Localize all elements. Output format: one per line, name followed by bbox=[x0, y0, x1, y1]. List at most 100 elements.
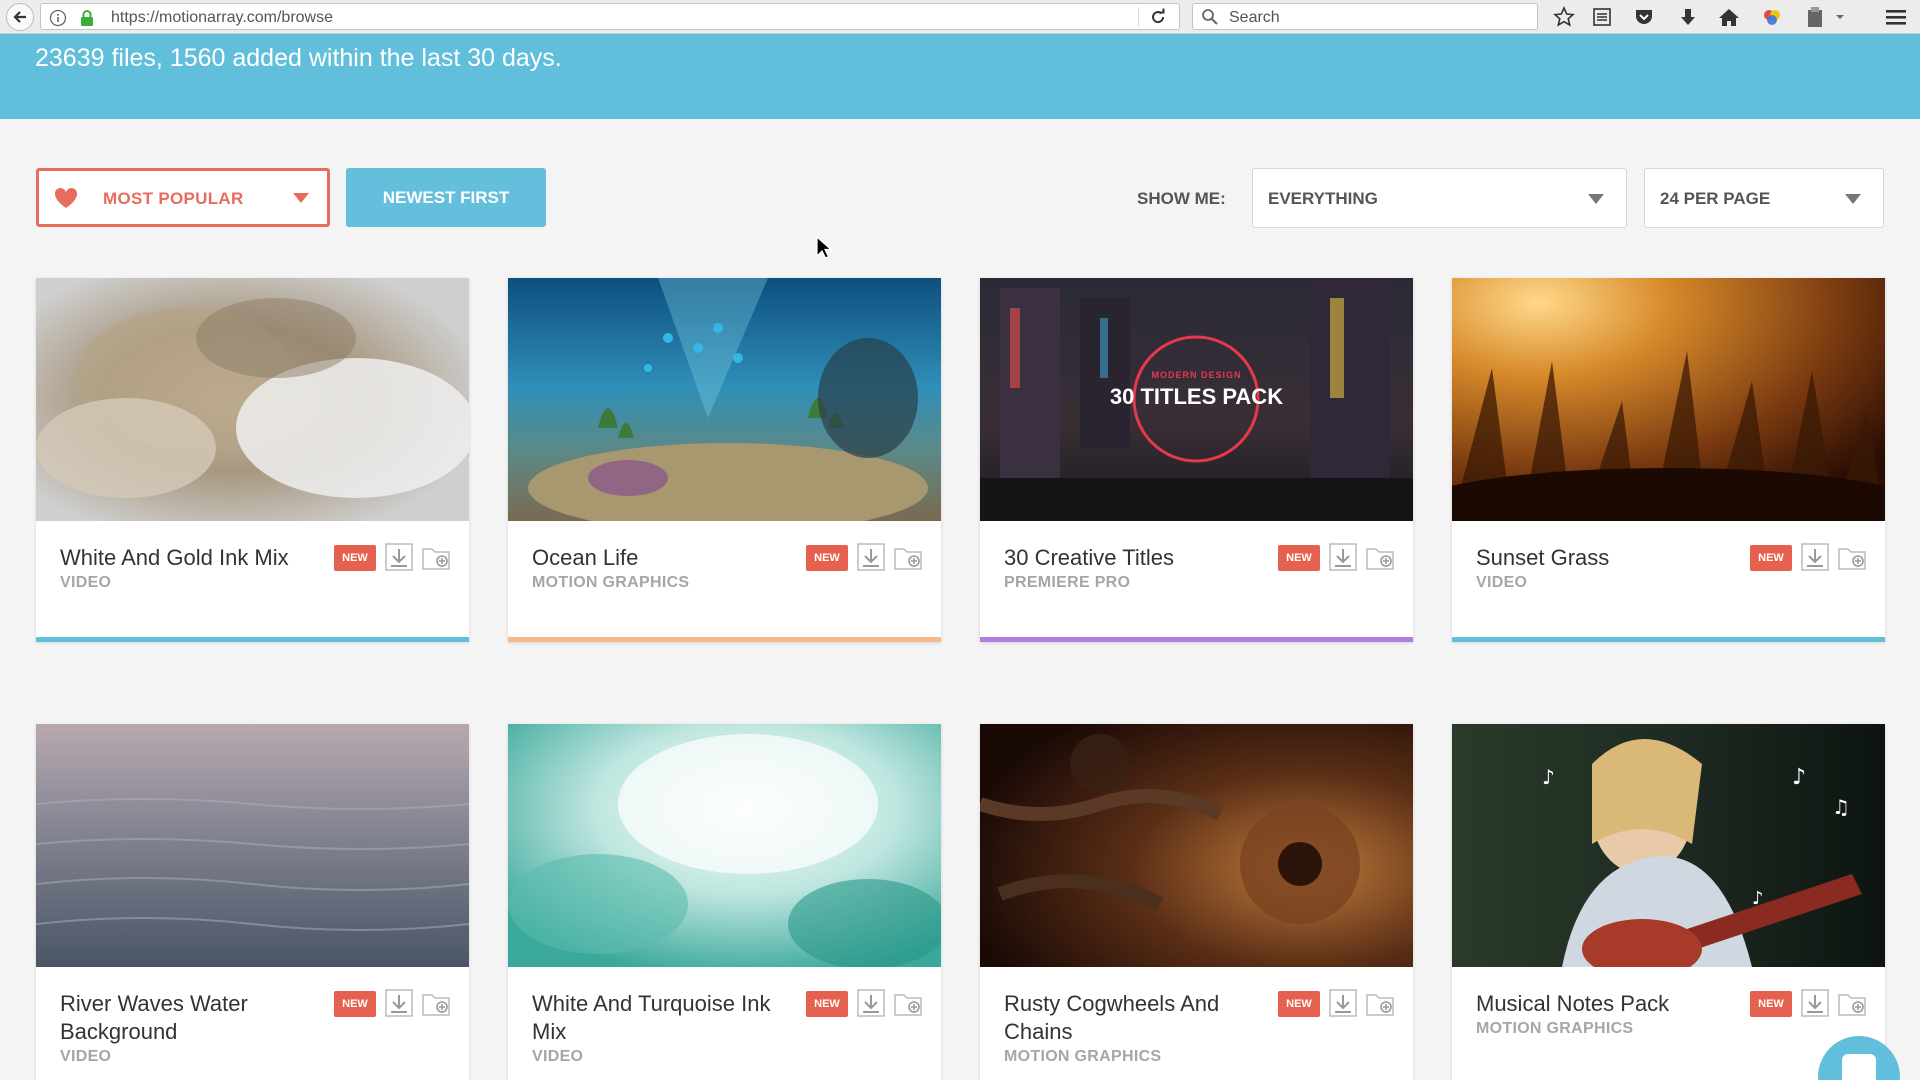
thumbnail-musical-notes[interactable]: ♪ ♫ ♪ ♪ bbox=[1452, 724, 1885, 967]
category-color-bar bbox=[980, 637, 1413, 642]
thumb-text: 30 TITLES PACK bbox=[1109, 384, 1284, 409]
card-category: VIDEO bbox=[60, 574, 112, 591]
download-icon[interactable] bbox=[856, 542, 886, 572]
chevron-down-icon bbox=[1588, 194, 1604, 204]
asset-card[interactable]: ♪ ♫ ♪ ♪ Musical Notes Pack MOTION GRAPHICS … bbox=[1452, 724, 1885, 1080]
search-icon bbox=[1202, 9, 1218, 25]
new-badge: NEW bbox=[334, 545, 376, 571]
card-title[interactable]: White And Turquoise Ink Mix bbox=[532, 990, 787, 1046]
content-type-value: EVERYTHING bbox=[1268, 189, 1378, 208]
info-icon[interactable] bbox=[49, 9, 67, 27]
asset-card[interactable]: Rusty Cogwheels And Chains MOTION GRAPHI… bbox=[980, 724, 1413, 1080]
thumb-subtext: MODERN DESIGN bbox=[1151, 370, 1242, 380]
thumbnail-river-waves[interactable] bbox=[36, 724, 469, 967]
add-to-folder-icon[interactable] bbox=[1365, 542, 1397, 572]
menu-hamburger-icon[interactable] bbox=[1884, 5, 1908, 29]
mouse-cursor-icon bbox=[816, 236, 832, 259]
thumbnail-turquoise-ink[interactable] bbox=[508, 724, 941, 967]
hero-banner: 23639 files, 1560 added within the last … bbox=[0, 34, 1920, 119]
svg-text:♫: ♫ bbox=[1832, 795, 1850, 819]
most-popular-label: MOST POPULAR bbox=[103, 189, 244, 208]
back-button[interactable] bbox=[6, 3, 34, 31]
thumbnail-ink-smoke[interactable] bbox=[36, 278, 469, 521]
reading-list-icon[interactable] bbox=[1590, 5, 1614, 29]
asset-card[interactable]: Sunset Grass VIDEO NEW bbox=[1452, 278, 1885, 642]
thumbnail-titles-pack[interactable]: MODERN DESIGN 30 TITLES PACK bbox=[980, 278, 1413, 521]
most-popular-button[interactable]: MOST POPULAR bbox=[36, 168, 330, 227]
svg-text:♪: ♪ bbox=[1792, 765, 1806, 790]
search-placeholder: Search bbox=[1229, 9, 1280, 26]
download-icon[interactable] bbox=[1328, 988, 1358, 1018]
card-title[interactable]: River Waves Water Background bbox=[60, 990, 315, 1046]
new-badge: NEW bbox=[1278, 991, 1320, 1017]
file-count-summary: 23639 files, 1560 added within the last … bbox=[35, 44, 562, 72]
bookmark-star-icon[interactable] bbox=[1552, 5, 1576, 29]
per-page-select[interactable]: 24 PER PAGE bbox=[1644, 168, 1884, 228]
clipboard-icon[interactable] bbox=[1803, 5, 1827, 29]
newest-first-button[interactable]: NEWEST FIRST bbox=[346, 168, 546, 227]
card-title[interactable]: Sunset Grass bbox=[1476, 544, 1731, 572]
new-badge: NEW bbox=[1750, 991, 1792, 1017]
download-icon[interactable] bbox=[1676, 5, 1700, 29]
browser-search-bar[interactable]: Search bbox=[1192, 3, 1538, 30]
card-category: MOTION GRAPHICS bbox=[1476, 1020, 1634, 1037]
card-category: VIDEO bbox=[1476, 574, 1528, 591]
thumbnail-sunset-grass[interactable] bbox=[1452, 278, 1885, 521]
card-title[interactable]: Musical Notes Pack bbox=[1476, 990, 1731, 1018]
extension-color-icon[interactable] bbox=[1760, 5, 1784, 29]
download-icon[interactable] bbox=[1800, 988, 1830, 1018]
new-badge: NEW bbox=[1750, 545, 1792, 571]
asset-card[interactable]: White And Turquoise Ink Mix VIDEO NEW bbox=[508, 724, 941, 1080]
add-to-folder-icon[interactable] bbox=[421, 542, 453, 572]
lock-icon bbox=[81, 10, 93, 26]
pocket-icon[interactable] bbox=[1632, 5, 1656, 29]
show-me-label: SHOW ME: bbox=[1137, 189, 1226, 208]
heart-icon bbox=[54, 187, 78, 208]
download-icon[interactable] bbox=[1800, 542, 1830, 572]
chevron-down-icon bbox=[293, 193, 309, 203]
asset-card[interactable]: Ocean Life MOTION GRAPHICS NEW bbox=[508, 278, 941, 642]
asset-card[interactable]: MODERN DESIGN 30 TITLES PACK 30 Creative… bbox=[980, 278, 1413, 642]
download-icon[interactable] bbox=[384, 542, 414, 572]
card-category: PREMIERE PRO bbox=[1004, 574, 1131, 591]
category-color-bar bbox=[1452, 637, 1885, 642]
card-title[interactable]: 30 Creative Titles bbox=[1004, 544, 1259, 572]
reload-icon[interactable] bbox=[1149, 8, 1167, 26]
add-to-folder-icon[interactable] bbox=[893, 542, 925, 572]
add-to-folder-icon[interactable] bbox=[893, 988, 925, 1018]
chevron-down-icon bbox=[1845, 194, 1861, 204]
url-divider bbox=[1138, 7, 1139, 27]
newest-first-label: NEWEST FIRST bbox=[382, 188, 510, 207]
add-to-folder-icon[interactable] bbox=[421, 988, 453, 1018]
card-title[interactable]: White And Gold Ink Mix bbox=[60, 544, 315, 572]
home-icon[interactable] bbox=[1717, 5, 1741, 29]
download-icon[interactable] bbox=[856, 988, 886, 1018]
svg-text:♪: ♪ bbox=[1542, 765, 1555, 789]
thumbnail-ocean[interactable] bbox=[508, 278, 941, 521]
download-icon[interactable] bbox=[1328, 542, 1358, 572]
add-to-folder-icon[interactable] bbox=[1837, 542, 1869, 572]
thumbnail-rusty-cogwheels[interactable] bbox=[980, 724, 1413, 967]
card-title[interactable]: Ocean Life bbox=[532, 544, 787, 572]
chat-icon bbox=[1842, 1054, 1876, 1080]
overflow-dropdown-icon[interactable] bbox=[1833, 5, 1847, 29]
card-category: VIDEO bbox=[60, 1048, 112, 1065]
card-category: VIDEO bbox=[532, 1048, 584, 1065]
add-to-folder-icon[interactable] bbox=[1365, 988, 1397, 1018]
content-type-select[interactable]: EVERYTHING bbox=[1252, 168, 1627, 228]
card-category: MOTION GRAPHICS bbox=[532, 574, 690, 591]
download-icon[interactable] bbox=[384, 988, 414, 1018]
new-badge: NEW bbox=[806, 545, 848, 571]
new-badge: NEW bbox=[334, 991, 376, 1017]
asset-card[interactable]: White And Gold Ink Mix VIDEO NEW bbox=[36, 278, 469, 642]
url-bar[interactable]: https://motionarray.com/browse bbox=[40, 3, 1180, 30]
url-text[interactable]: https://motionarray.com/browse bbox=[111, 9, 333, 27]
new-badge: NEW bbox=[806, 991, 848, 1017]
card-category: MOTION GRAPHICS bbox=[1004, 1048, 1162, 1065]
back-arrow-icon bbox=[13, 11, 26, 23]
asset-card[interactable]: River Waves Water Background VIDEO NEW bbox=[36, 724, 469, 1080]
per-page-value: 24 PER PAGE bbox=[1660, 189, 1771, 208]
add-to-folder-icon[interactable] bbox=[1837, 988, 1869, 1018]
card-title[interactable]: Rusty Cogwheels And Chains bbox=[1004, 990, 1259, 1046]
svg-text:♪: ♪ bbox=[1752, 888, 1764, 909]
